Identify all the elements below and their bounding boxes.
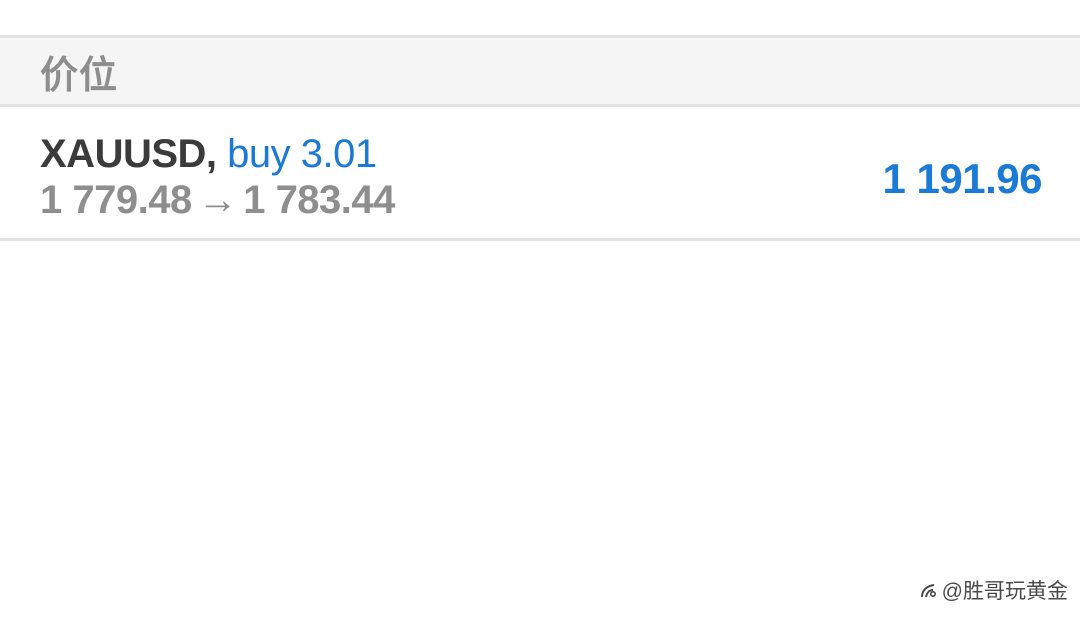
position-row[interactable]: XAUUSD, buy 3.01 1 779.48 → 1 783.44 1 191…: [0, 107, 1080, 241]
current-price: 1 783.44: [243, 178, 395, 222]
top-spacer: [0, 0, 1080, 38]
price-arrow: →: [197, 178, 238, 222]
position-summary: XAUUSD, buy 3.01: [40, 131, 377, 177]
position-profit: 1 191.96: [882, 155, 1043, 202]
position-prices: 1 779.48 → 1 783.44: [40, 177, 395, 223]
open-price: 1 779.48: [40, 178, 192, 222]
position-side-volume: buy 3.01: [227, 132, 377, 176]
position-symbol: XAUUSD,: [40, 132, 217, 176]
watermark-text: @胜哥玩黄金: [941, 580, 1068, 603]
watermark: @胜哥玩黄金: [918, 575, 1068, 605]
section-title: 价位: [40, 54, 119, 97]
platform-logo-icon: [918, 580, 938, 600]
section-header-prices: 价位: [0, 38, 1080, 107]
